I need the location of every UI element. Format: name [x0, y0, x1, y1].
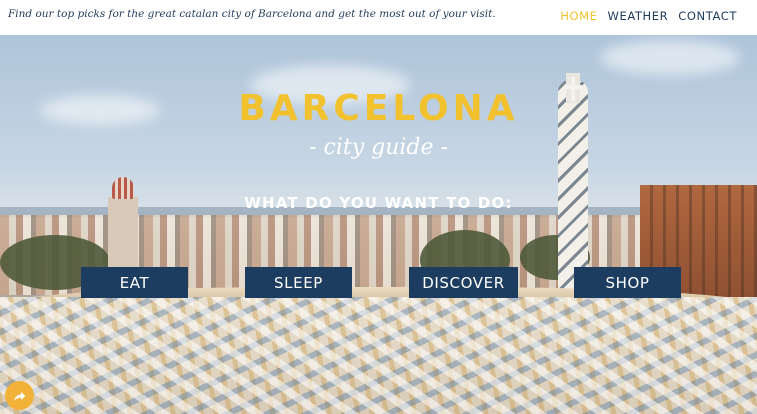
nav-contact-link[interactable]: CONTACT	[678, 9, 737, 23]
page-title: BARCELONA	[238, 88, 519, 129]
call-to-action-heading: WHAT DO YOU WANT TO DO:	[244, 194, 513, 212]
main-nav: HOME WEATHER CONTACT	[560, 9, 737, 23]
discover-button[interactable]: DISCOVER	[409, 267, 518, 298]
eat-button[interactable]: EAT	[81, 267, 188, 298]
top-bar: Find our top picks for the great catalan…	[0, 0, 757, 35]
site-tagline: Find our top picks for the great catalan…	[8, 8, 496, 20]
page-subtitle: - city guide -	[309, 135, 448, 160]
mosaic-bench	[0, 297, 757, 414]
share-arrow-icon	[13, 391, 25, 401]
nav-weather-link[interactable]: WEATHER	[608, 9, 669, 23]
nav-home-link[interactable]: HOME	[560, 9, 597, 23]
shop-button[interactable]: SHOP	[574, 267, 681, 298]
sleep-button[interactable]: SLEEP	[245, 267, 352, 298]
share-button[interactable]	[5, 381, 34, 410]
cloud	[600, 40, 740, 75]
